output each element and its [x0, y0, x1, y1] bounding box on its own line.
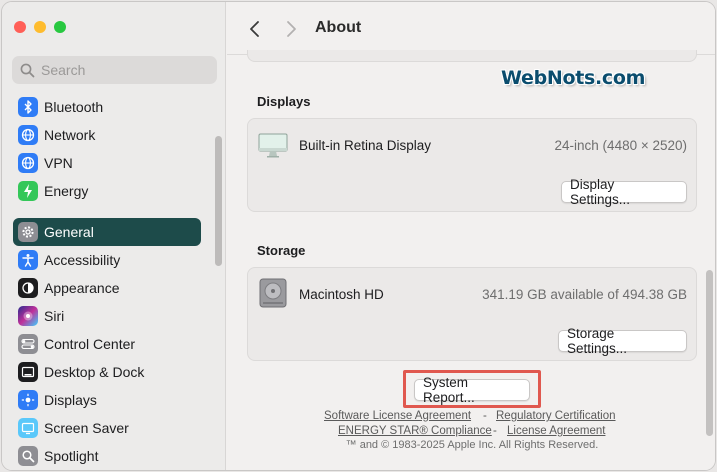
- minimize-window-button[interactable]: [34, 21, 46, 33]
- sidebar-item-vpn[interactable]: VPN: [13, 149, 201, 177]
- system-report-button[interactable]: System Report...: [414, 375, 530, 405]
- zoom-window-button[interactable]: [54, 21, 66, 33]
- search-placeholder: Search: [41, 62, 86, 78]
- energy-icon: [18, 181, 38, 201]
- sidebar-item-label: Bluetooth: [44, 99, 104, 115]
- siri-icon: [18, 306, 38, 326]
- search-field[interactable]: Search: [12, 56, 217, 84]
- vpn-icon: [18, 153, 38, 173]
- sidebar-item-label: Appearance: [44, 280, 120, 296]
- storage-card: Macintosh HD 341.19 GB available of 494.…: [247, 267, 697, 361]
- sidebar-item-label: Siri: [44, 308, 65, 324]
- forward-chevron-icon[interactable]: [283, 19, 299, 39]
- sidebar-item-label: General: [44, 224, 94, 240]
- storage-settings-button[interactable]: Storage Settings...: [558, 326, 687, 356]
- main-scrollbar[interactable]: [706, 270, 713, 436]
- display-settings-button[interactable]: Display Settings...: [561, 177, 687, 207]
- network-icon: [18, 125, 38, 145]
- watermark-logo: WebNots.com: [501, 67, 646, 89]
- spotlight-icon: [18, 446, 38, 466]
- control-center-icon: [18, 334, 38, 354]
- storage-spec: 341.19 GB available of 494.38 GB: [482, 287, 687, 302]
- appearance-icon: [18, 278, 38, 298]
- sidebar-item-general[interactable]: General: [13, 218, 201, 246]
- regulatory-certification-link[interactable]: Regulatory Certification: [496, 410, 616, 422]
- sidebar-item-network[interactable]: Network: [13, 121, 201, 149]
- page-title: About: [315, 19, 362, 36]
- license-agreement-link[interactable]: License Agreement: [507, 425, 605, 437]
- toolbar: About: [227, 2, 715, 55]
- sidebar-item-label: Control Center: [44, 336, 136, 352]
- footer-separator: -: [493, 425, 497, 437]
- hard-drive-icon: [259, 278, 287, 308]
- display-icon: [258, 133, 288, 158]
- display-spec: 24-inch (4480 × 2520): [554, 138, 687, 153]
- settings-window: Search Bluetooth Network VPN Energy Gene…: [1, 1, 716, 471]
- energy-star-link[interactable]: ENERGY STAR® Compliance: [338, 425, 492, 437]
- sidebar-item-siri[interactable]: Siri: [13, 302, 201, 330]
- sidebar-item-label: Screen Saver: [44, 420, 129, 436]
- sidebar-item-label: Energy: [44, 183, 89, 199]
- sidebar-item-label: Displays: [44, 392, 97, 408]
- sidebar-item-label: VPN: [44, 155, 73, 171]
- sidebar-item-label: Spotlight: [44, 448, 99, 464]
- bluetooth-icon: [18, 97, 38, 117]
- sidebar-item-appearance[interactable]: Appearance: [13, 274, 201, 302]
- sidebar: Search Bluetooth Network VPN Energy Gene…: [2, 2, 226, 470]
- gear-icon: [18, 222, 38, 242]
- screen-saver-icon: [18, 418, 38, 438]
- copyright-text: ™ and © 1983-2025 Apple Inc. All Rights …: [345, 439, 599, 451]
- storage-name: Macintosh HD: [299, 287, 384, 302]
- display-name: Built-in Retina Display: [299, 138, 432, 153]
- sidebar-item-displays[interactable]: Displays: [13, 386, 201, 414]
- storage-section-title: Storage: [257, 243, 306, 258]
- sidebar-item-label: Network: [44, 127, 96, 143]
- sidebar-item-control-center[interactable]: Control Center: [13, 330, 201, 358]
- sidebar-item-desktop-dock[interactable]: Desktop & Dock: [13, 358, 201, 386]
- displays-section-title: Displays: [257, 94, 311, 109]
- software-license-link[interactable]: Software License Agreement: [324, 410, 471, 422]
- sidebar-item-label: Desktop & Dock: [44, 364, 145, 380]
- close-window-button[interactable]: [14, 21, 26, 33]
- accessibility-icon: [18, 250, 38, 270]
- footer-separator: -: [483, 410, 487, 422]
- sidebar-item-label: Accessibility: [44, 252, 121, 268]
- window-controls: [14, 21, 66, 33]
- displays-card: Built-in Retina Display 24-inch (4480 × …: [247, 118, 697, 212]
- search-icon: [20, 63, 35, 77]
- sidebar-item-accessibility[interactable]: Accessibility: [13, 246, 201, 274]
- previous-info-card: [247, 50, 697, 62]
- desktop-dock-icon: [18, 362, 38, 382]
- sidebar-scrollbar[interactable]: [215, 136, 222, 266]
- displays-icon: [18, 390, 38, 410]
- main-content: About WebNots.com Displays Built-in Reti…: [227, 2, 715, 470]
- sidebar-item-screen-saver[interactable]: Screen Saver: [13, 414, 201, 442]
- back-chevron-icon[interactable]: [247, 19, 263, 39]
- sidebar-item-bluetooth[interactable]: Bluetooth: [13, 93, 201, 121]
- sidebar-item-energy[interactable]: Energy: [13, 177, 201, 205]
- sidebar-item-spotlight[interactable]: Spotlight: [13, 442, 201, 470]
